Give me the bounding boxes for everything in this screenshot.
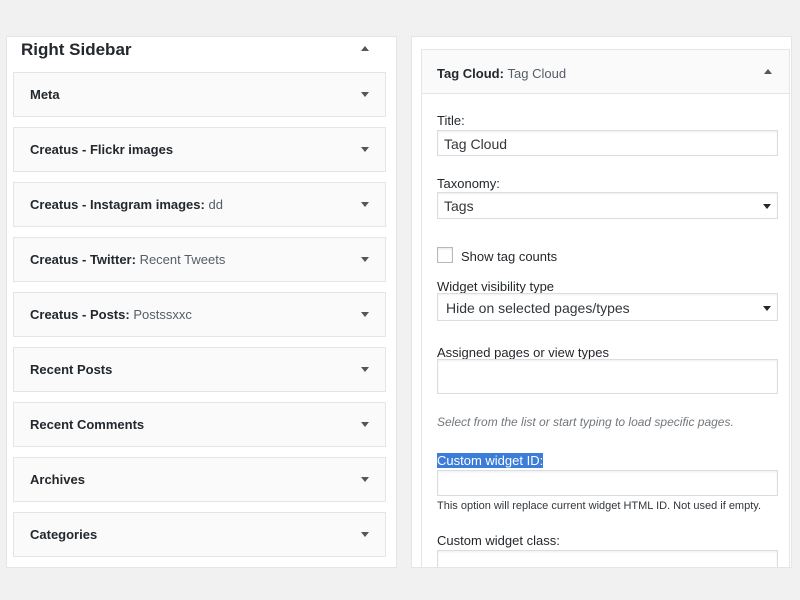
widget-item-twitter[interactable]: Creatus - Twitter: Recent Tweets [13,237,386,282]
collapse-arrow-icon[interactable] [764,69,772,74]
widget-item-recent-posts[interactable]: Recent Posts [13,347,386,392]
chevron-down-icon [763,306,771,311]
widget-item-archives[interactable]: Archives [13,457,386,502]
visibility-type-label: Widget visibility type [437,279,555,294]
tag-cloud-widget-header[interactable]: Tag Cloud: Tag Cloud [422,50,789,94]
widget-name: Recent Comments [30,417,145,432]
sidebar-title: Right Sidebar [21,40,132,59]
custom-widget-id-input[interactable] [437,470,778,496]
visibility-type-select[interactable]: Hide on selected pages/types [437,293,778,321]
custom-widget-class-label: Custom widget class: [437,533,560,548]
widget-subtitle: Postssxxc [133,307,192,322]
taxonomy-select[interactable]: Tags [437,192,778,219]
expand-arrow-icon[interactable] [361,422,369,427]
widget-instance-title: Tag Cloud [507,66,567,81]
title-input-value: Tag Cloud [444,136,508,152]
widget-item-categories[interactable]: Categories [13,512,386,557]
custom-widget-id-label: Custom widget ID: [437,453,544,468]
visibility-type-value: Hide on selected pages/types [446,300,630,316]
expand-arrow-icon[interactable] [361,202,369,207]
widget-item-posts[interactable]: Creatus - Posts: Postssxxc [13,292,386,337]
expand-arrow-icon[interactable] [361,92,369,97]
widget-name: Creatus - Posts: [30,307,130,322]
collapse-arrow-icon[interactable] [361,46,369,51]
widget-subtitle: Recent Tweets [139,252,226,267]
right-sidebar-panel: Right Sidebar Meta Creatus - Flickr imag… [6,36,397,568]
widget-name: Creatus - Instagram images: [30,197,205,212]
expand-arrow-icon[interactable] [361,477,369,482]
widget-item-meta[interactable]: Meta [13,72,386,117]
widget-type-name: Tag Cloud: [437,66,504,81]
assigned-pages-input[interactable] [437,359,778,394]
widget-name: Creatus - Flickr images [30,142,174,157]
expand-arrow-icon[interactable] [361,367,369,372]
widget-item-instagram[interactable]: Creatus - Instagram images: dd [13,182,386,227]
expand-arrow-icon[interactable] [361,257,369,262]
chevron-down-icon [763,204,771,209]
widget-item-flickr[interactable]: Creatus - Flickr images [13,127,386,172]
show-tag-counts-checkbox[interactable] [437,247,453,263]
assigned-pages-label: Assigned pages or view types [437,345,609,360]
taxonomy-label: Taxonomy: [437,176,500,191]
widget-name: Archives [30,472,85,487]
widget-item-recent-comments[interactable]: Recent Comments [13,402,386,447]
custom-widget-id-hint: This option will replace current widget … [437,500,762,512]
title-input[interactable]: Tag Cloud [437,130,778,156]
widget-name: Recent Posts [30,362,113,377]
sidebar-header[interactable]: Right Sidebar [7,37,396,65]
show-tag-counts-label[interactable]: Show tag counts [461,249,557,264]
custom-widget-class-input[interactable] [437,550,778,567]
widget-name: Creatus - Twitter: [30,252,136,267]
taxonomy-select-value: Tags [444,198,474,214]
widget-name: Meta [30,87,60,102]
expand-arrow-icon[interactable] [361,147,369,152]
widget-editor-panel: Tag Cloud: Tag Cloud Title: Tag Cloud Ta… [411,36,792,568]
tag-cloud-widget: Tag Cloud: Tag Cloud Title: Tag Cloud Ta… [421,49,790,567]
expand-arrow-icon[interactable] [361,532,369,537]
widget-subtitle: dd [208,197,223,212]
assigned-pages-hint: Select from the list or start typing to … [437,415,734,429]
widget-name: Categories [30,527,98,542]
expand-arrow-icon[interactable] [361,312,369,317]
title-label: Title: [437,113,465,128]
